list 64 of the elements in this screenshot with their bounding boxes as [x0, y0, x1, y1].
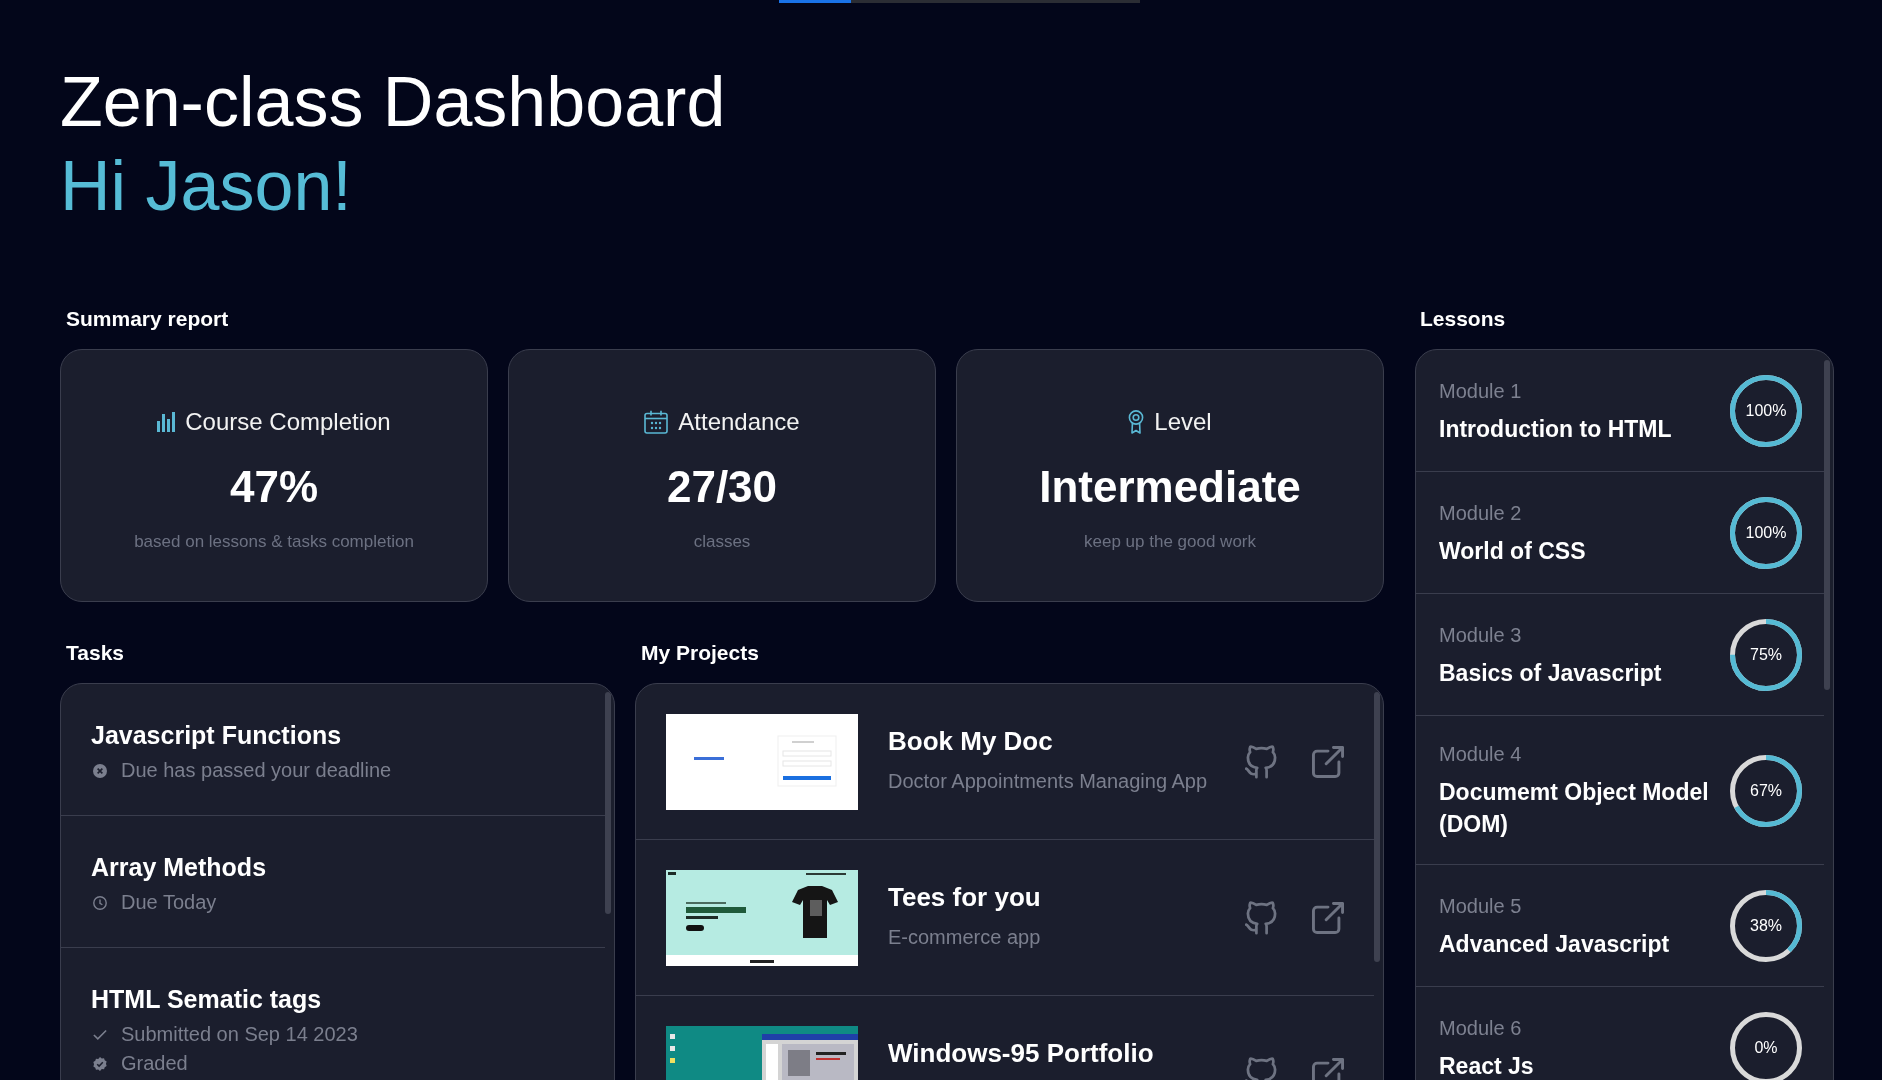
stat-value: Intermediate	[1039, 461, 1301, 513]
lesson-title: Basics of Javascript	[1439, 658, 1662, 688]
card-label: Attendance	[678, 407, 800, 437]
clock-icon	[93, 895, 107, 910]
lesson-title: React Js	[1439, 1051, 1534, 1080]
section-heading: Tasks	[66, 640, 124, 666]
progress-ring	[1730, 890, 1802, 962]
stat-value: 27/30	[666, 461, 778, 513]
card-label: Level	[1154, 407, 1212, 437]
progress-percent: 67%	[1750, 780, 1782, 801]
check-icon	[93, 1029, 107, 1040]
module-label: Module 1	[1439, 378, 1522, 404]
project-description: Doctor Appointments Managing App	[888, 769, 1208, 794]
section-heading: Lessons	[1420, 306, 1506, 332]
greeting-text: Hi Jason!	[60, 146, 352, 227]
task-status-text: Graded	[121, 1051, 188, 1076]
module-label: Module 6	[1439, 1015, 1522, 1041]
scrollbar-thumb[interactable]	[605, 692, 611, 914]
external-link-icon[interactable]	[1312, 902, 1344, 934]
stat-note: classes	[693, 531, 751, 553]
lesson-title: Documemt Object Model (DOM)	[1439, 778, 1710, 839]
stat-note: keep up the good work	[1084, 531, 1256, 553]
project-description: E-commerce app	[888, 925, 1041, 950]
scrollbar-thumb[interactable]	[1824, 360, 1830, 690]
task-title[interactable]: HTML Sematic tags	[91, 984, 322, 1014]
progress-ring	[1730, 375, 1802, 447]
module-label: Module 2	[1439, 500, 1522, 526]
section-heading: Summary report	[66, 306, 229, 332]
progress-ring	[1730, 619, 1802, 691]
task-title[interactable]: Array Methods	[91, 852, 267, 882]
progress-ring	[1730, 1012, 1802, 1080]
project-title: Windows-95 Portfolio	[888, 1037, 1154, 1069]
scrollbar-thumb[interactable]	[1374, 692, 1380, 962]
github-icon[interactable]	[1245, 901, 1278, 935]
progress-percent: 100%	[1745, 401, 1787, 421]
module-label: Module 5	[1439, 893, 1522, 919]
task-status-text: Due Today	[121, 890, 217, 915]
check-badge-icon	[93, 1056, 107, 1071]
progress-percent: 75%	[1750, 645, 1782, 665]
task-title[interactable]: Javascript Functions	[91, 720, 342, 750]
lesson-title: World of CSS	[1439, 536, 1586, 566]
x-circle-icon	[93, 763, 107, 778]
progress-percent: 0%	[1754, 1038, 1778, 1058]
bar-chart-icon	[157, 412, 176, 432]
stat-note: based on lessons & tasks completion	[134, 531, 414, 553]
calendar-icon	[644, 410, 669, 434]
module-label: Module 3	[1439, 622, 1522, 648]
task-status-text: Submitted on Sep 14 2023	[121, 1022, 358, 1047]
lesson-title: Introduction to HTML	[1439, 414, 1672, 444]
project-title: Book My Doc	[888, 725, 1053, 757]
github-icon[interactable]	[1245, 745, 1278, 779]
lesson-title: Advanced Javascript	[1439, 929, 1670, 959]
external-link-icon[interactable]	[1312, 746, 1344, 778]
page-title: Zen-class Dashboard	[60, 62, 726, 143]
task-status-text: Due has passed your deadline	[121, 758, 392, 783]
progress-percent: 100%	[1745, 523, 1787, 543]
progress-percent: 38%	[1750, 916, 1782, 936]
progress-ring	[1730, 497, 1802, 569]
stat-value: 47%	[229, 461, 319, 513]
section-heading: My Projects	[641, 640, 759, 666]
card-label: Course Completion	[185, 407, 391, 437]
award-icon	[1128, 410, 1145, 434]
project-title: Tees for you	[888, 881, 1041, 913]
module-label: Module 4	[1439, 742, 1522, 767]
